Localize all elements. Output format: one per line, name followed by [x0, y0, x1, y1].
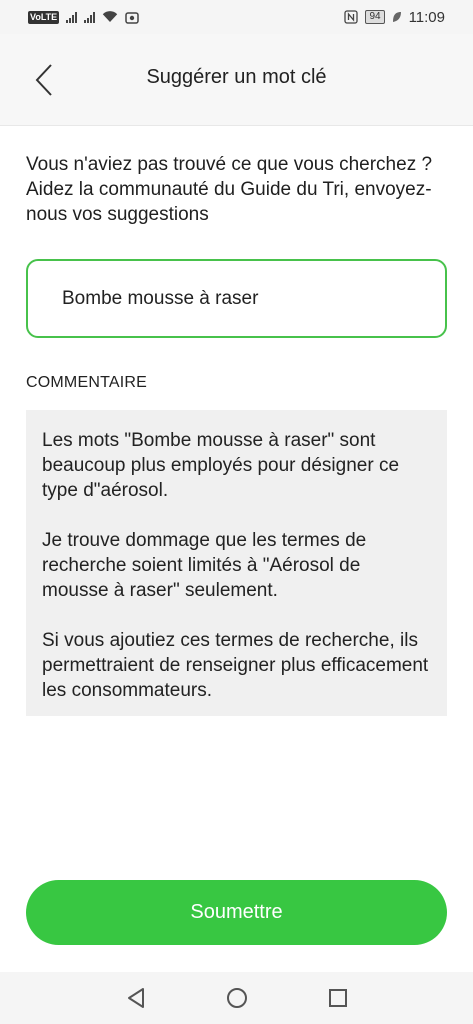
- nav-home-icon: [226, 988, 247, 1008]
- keyword-value: Bombe mousse à raser: [62, 287, 259, 309]
- comment-paragraph: Je trouve dommage que les termes de rech…: [42, 530, 367, 601]
- signal-2-icon: [84, 11, 96, 23]
- status-right: 94 11:09: [344, 9, 445, 26]
- comment-label: COMMENTAIRE: [26, 374, 148, 391]
- status-left: VoLTE: [28, 10, 139, 24]
- screen: VoLTE 94 11:09 Suggérer un mot clé Vous …: [0, 0, 473, 1024]
- submit-label: Soumettre: [190, 901, 283, 923]
- volte-badge: VoLTE: [28, 10, 60, 24]
- notification-icon: [125, 11, 139, 24]
- comment-paragraph: Si vous ajoutiez ces termes de recherche…: [42, 630, 429, 701]
- nav-back-button[interactable]: [123, 985, 149, 1011]
- wifi-icon: [102, 11, 118, 22]
- battery-indicator: 94: [365, 10, 385, 24]
- submit-button[interactable]: Soumettre: [26, 880, 447, 945]
- nav-home-button[interactable]: [224, 985, 250, 1011]
- nav-bar: [0, 972, 473, 1024]
- nav-recents-button[interactable]: [325, 985, 351, 1011]
- page-title: Suggérer un mot clé: [146, 66, 327, 88]
- comment-textarea[interactable]: Les mots "Bombe mousse à raser" sont bea…: [26, 410, 447, 716]
- comment-paragraph: Les mots "Bombe mousse à raser" sont bea…: [42, 430, 400, 501]
- intro-text: Vous n'aviez pas trouvé ce que vous cher…: [26, 154, 433, 225]
- status-bar: VoLTE 94 11:09: [0, 0, 473, 34]
- status-time: 11:09: [408, 8, 445, 26]
- nav-back-icon: [127, 988, 144, 1008]
- nfc-icon: [344, 10, 359, 24]
- leaf-icon: [392, 12, 401, 22]
- keyword-input[interactable]: Bombe mousse à raser: [26, 259, 447, 338]
- nav-recents-icon: [328, 989, 347, 1007]
- app-header: Suggérer un mot clé: [0, 34, 473, 126]
- signal-1-icon: [66, 11, 78, 23]
